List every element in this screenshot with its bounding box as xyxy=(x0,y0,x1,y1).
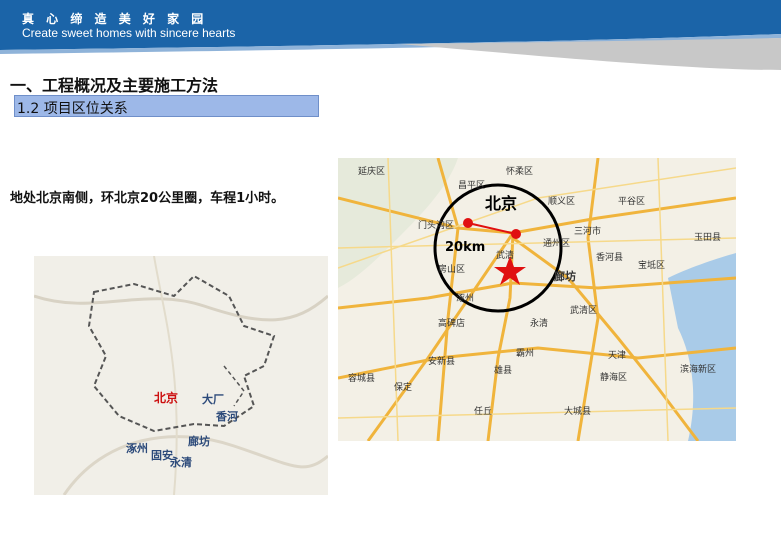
place-sanhe: 三河市 xyxy=(574,227,602,237)
place-changping: 昌平区 xyxy=(458,181,486,191)
center-point-marker xyxy=(463,218,473,228)
place-zhuozhou: 涿州 xyxy=(456,294,475,304)
place-anxin: 安新县 xyxy=(428,357,456,367)
subsection-title: 1.2 项目区位关系 xyxy=(17,101,128,117)
subsection-bar: 1.2 项目区位关系 xyxy=(14,95,319,117)
place-renqiu: 任丘 xyxy=(474,407,493,417)
location-description: 地处北京南侧，环北京20公里圈，车程1小时。 xyxy=(10,191,285,206)
map-label-xianghe: 香河 xyxy=(216,410,238,423)
place-yutian: 玉田县 xyxy=(694,233,722,243)
place-jinghai: 静海区 xyxy=(600,373,628,383)
brand-slogan-en: Create sweet homes with sincere hearts xyxy=(22,26,236,40)
place-fangshan: 房山区 xyxy=(438,265,466,275)
place-yanqing: 延庆区 xyxy=(358,167,386,177)
distance-label: 20km xyxy=(445,240,486,255)
section-title: 一、工程概况及主要施工方法 xyxy=(10,76,219,95)
map-label-langfang: 廊坊 xyxy=(188,435,210,448)
place-gaobeidian: 高碑店 xyxy=(438,319,466,329)
place-xianghe: 香河县 xyxy=(596,253,624,263)
place-mentougou: 门头沟区 xyxy=(418,221,455,231)
place-rongcheng: 容城县 xyxy=(348,374,376,384)
road-network xyxy=(338,158,736,441)
place-pinggu: 平谷区 xyxy=(618,197,646,207)
place-wuqing-district: 武清区 xyxy=(570,306,598,316)
place-xiong: 雄县 xyxy=(494,366,513,376)
regional-map-right: 北京 20km 武清 廊坊 天津 保定 任丘 霸州 高碑店 涿州 永清 大城县 … xyxy=(338,158,736,441)
place-dacheng: 大城县 xyxy=(564,407,592,417)
map-city-label-beijing: 北京 xyxy=(485,194,518,213)
place-yongqing: 永清 xyxy=(530,319,549,329)
map-label-zhuozhou: 涿州 xyxy=(126,442,148,455)
place-tongzhou: 通州区 xyxy=(543,239,571,249)
place-binhai: 滨海新区 xyxy=(680,365,717,375)
map-label-dachang: 大厂 xyxy=(202,393,224,406)
place-shunyi: 顺义区 xyxy=(548,197,576,207)
map-label-yongqing: 永清 xyxy=(170,456,192,469)
header-banner: 真 心 缔 造 美 好 家 园 Create sweet homes with … xyxy=(0,0,781,72)
place-baoding: 保定 xyxy=(394,383,413,393)
place-bazhou: 霸州 xyxy=(516,349,535,359)
place-baodi: 宝坻区 xyxy=(638,261,666,271)
brand-slogan-cn: 真 心 缔 造 美 好 家 园 xyxy=(22,12,208,26)
place-langfang: 廊坊 xyxy=(554,270,576,283)
place-tianjin: 天津 xyxy=(608,351,627,361)
place-huairou: 怀柔区 xyxy=(506,167,534,177)
map-label-beijing: 北京 xyxy=(154,391,179,405)
regional-map-left: 北京 大厂 香河 涿州 廊坊 固安 永清 xyxy=(34,256,328,495)
place-wuqing: 武清 xyxy=(496,251,515,261)
